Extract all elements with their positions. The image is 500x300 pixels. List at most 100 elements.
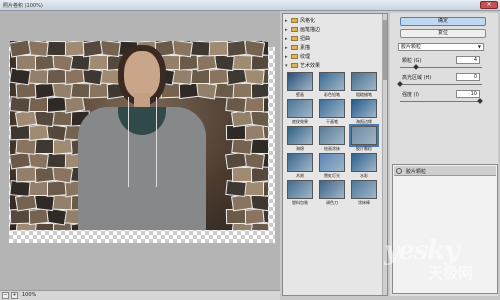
effects-browser: ▸ 风格化 ▸ 画笔描边 ▸ 扭曲 ▸ 素描 ▸ 纹理 ▾ 艺术效果 壁画 彩色铅笔 粗糙蜡笔 底纹效果 干画笔… — [282, 13, 388, 296]
folder-icon — [291, 54, 298, 59]
collage-photo — [225, 124, 247, 141]
effect-thumbnail[interactable] — [351, 72, 377, 91]
collage-photo — [45, 96, 67, 113]
zoom-out-button[interactable]: − — [2, 292, 9, 299]
effect-thumbnail-label: 霓虹灯光 — [324, 173, 340, 178]
watermark-sub: 天极网 — [428, 264, 474, 282]
folder-icon — [291, 63, 298, 68]
collage-photo — [243, 207, 265, 226]
effect-category[interactable]: ▾ 艺术效果 — [285, 62, 385, 70]
effect-category-label: 风格化 — [300, 18, 316, 24]
preview-photo — [10, 41, 268, 230]
collage-photo — [15, 166, 37, 183]
filter-select[interactable]: 胶片颗粒 ▼ — [398, 43, 484, 51]
effect-thumbnail[interactable] — [319, 180, 345, 199]
collage-photo — [243, 96, 265, 113]
param-slider-thumb[interactable] — [397, 81, 403, 87]
param-slider-thumb[interactable] — [413, 64, 419, 70]
collage-photo — [231, 82, 253, 99]
effect-thumbnail[interactable] — [351, 99, 377, 118]
collage-photo — [15, 54, 37, 71]
effect-category-label: 纹理 — [300, 54, 311, 60]
param-slider[interactable] — [400, 67, 482, 68]
effect-category-label: 素描 — [300, 45, 311, 51]
effect-thumbnail[interactable] — [351, 153, 377, 172]
effect-thumbnail[interactable] — [349, 124, 379, 147]
param-label: 强度 (I) — [402, 92, 419, 98]
visibility-icon[interactable] — [396, 168, 402, 174]
effect-thumbnail[interactable] — [287, 72, 313, 91]
effect-thumbnail-label: 底纹效果 — [292, 119, 308, 124]
param-value-input[interactable]: 10 — [456, 90, 480, 98]
param-label: 颗粒 (G) — [402, 58, 422, 64]
collage-photo — [190, 69, 210, 84]
effect-thumbnail[interactable] — [351, 180, 377, 199]
watermark: yesky 天极网 — [384, 236, 494, 286]
close-button[interactable]: ✕ — [480, 1, 498, 9]
collage-photo — [10, 96, 31, 113]
collage-photo — [63, 41, 85, 57]
param-slider[interactable] — [400, 84, 482, 85]
effect-thumbnail-label: 木刻 — [296, 173, 304, 178]
collage-photo — [99, 41, 121, 58]
collage-photo — [225, 208, 247, 225]
collage-photo — [45, 152, 67, 169]
person-face — [124, 51, 160, 99]
zoom-level[interactable]: 100% — [22, 292, 36, 298]
effect-category[interactable]: ▸ 纹理 — [285, 53, 385, 61]
window-titlebar: 照片卷积 (100%) ✕ — [0, 0, 500, 11]
earphone-cable-right — [156, 97, 157, 187]
collage-photo — [27, 207, 49, 226]
collage-photo — [34, 139, 54, 154]
effect-thumbnail-label: 调色刀 — [326, 200, 338, 205]
folder-icon — [291, 18, 298, 23]
effect-thumbnail-label: 彩色铅笔 — [324, 92, 340, 97]
effect-thumbnail[interactable] — [319, 99, 345, 118]
param-slider-thumb[interactable] — [477, 98, 483, 104]
effect-thumbnail[interactable] — [287, 99, 313, 118]
effect-thumbnail-label: 海报边缘 — [356, 119, 372, 124]
earphone-cable-left — [128, 97, 129, 187]
effect-thumbnail-label: 塑料包装 — [292, 200, 308, 205]
effect-category[interactable]: ▸ 风格化 — [285, 17, 385, 25]
effect-thumbnail[interactable] — [319, 153, 345, 172]
folder-icon — [291, 45, 298, 50]
effect-thumbnail[interactable] — [287, 153, 313, 172]
effect-thumbnail-label: 水彩 — [360, 173, 368, 178]
collage-photo — [28, 97, 48, 112]
collage-photo — [225, 95, 247, 114]
collage-photo — [69, 82, 91, 99]
collage-photo — [231, 166, 253, 183]
collage-photo — [51, 194, 73, 211]
effect-thumbnail-label: 粗糙蜡笔 — [356, 92, 372, 97]
effect-thumbnail[interactable] — [287, 126, 313, 145]
collage-photo — [15, 138, 37, 155]
zoom-in-button[interactable]: + — [11, 292, 18, 299]
effect-thumbnail-label: 绘画涂抹 — [324, 146, 340, 151]
effect-thumbnail[interactable] — [287, 180, 313, 199]
param-label: 高光区域 (H) — [402, 75, 432, 81]
ok-button[interactable]: 确定 — [400, 17, 486, 26]
collage-photo — [243, 180, 265, 197]
param-slider[interactable] — [400, 101, 482, 102]
collage-photo — [231, 137, 253, 156]
effect-category[interactable]: ▸ 素描 — [285, 44, 385, 52]
effect-category[interactable]: ▸ 扭曲 — [285, 35, 385, 43]
effect-thumbnail[interactable] — [319, 126, 345, 145]
param-value-input[interactable]: 0 — [456, 73, 480, 81]
reset-button[interactable]: 复位 — [400, 29, 486, 38]
collage-photo — [225, 41, 247, 58]
effect-category-label: 艺术效果 — [300, 63, 321, 69]
chevron-down-icon: ▼ — [477, 44, 481, 49]
window-title: 照片卷积 (100%) — [3, 3, 43, 9]
collage-photo — [10, 67, 31, 86]
effect-thumbnail[interactable] — [319, 72, 345, 91]
effect-thumbnail-label: 海绵 — [296, 146, 304, 151]
param-value-input[interactable]: 4 — [456, 56, 480, 64]
collage-photo — [45, 180, 67, 197]
effect-category[interactable]: ▸ 画笔描边 — [285, 26, 385, 34]
effect-thumbnail-label: 胶片颗粒 — [356, 146, 372, 151]
folder-icon — [291, 27, 298, 32]
collage-photo — [28, 181, 48, 196]
effect-layer-row[interactable]: 胶片颗粒 — [394, 166, 496, 176]
